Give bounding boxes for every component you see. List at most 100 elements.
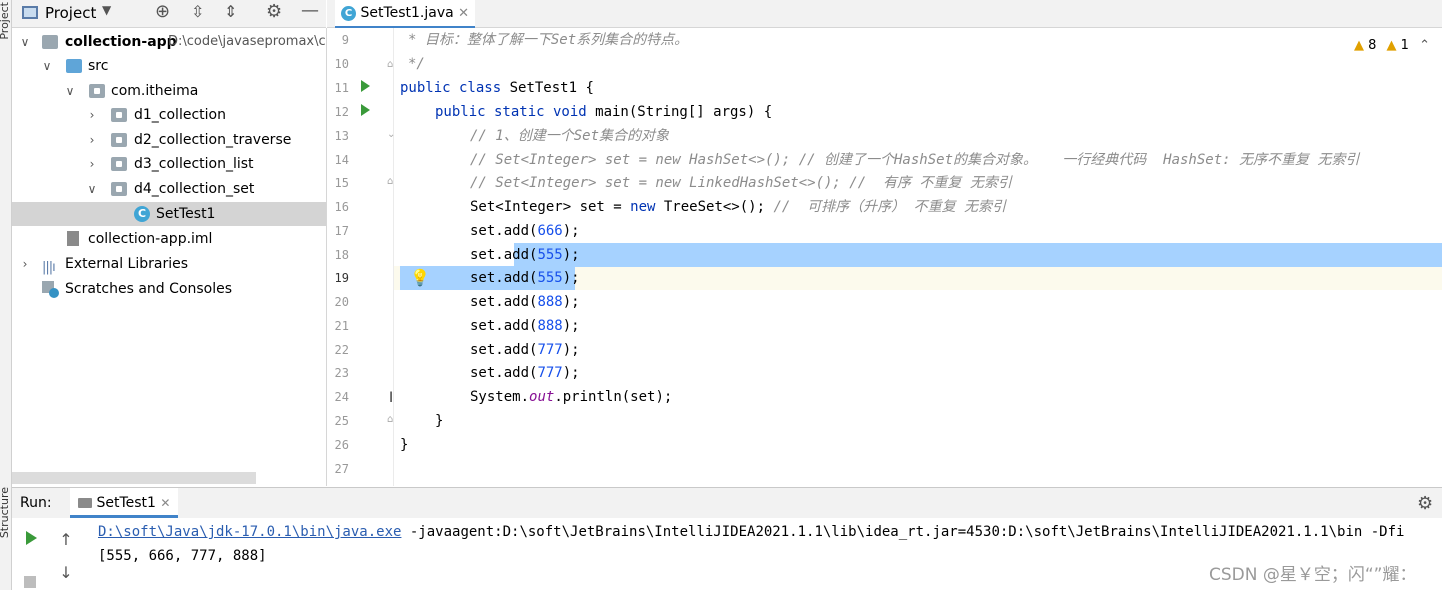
fold-icon[interactable]: ⌂ [387,414,393,425]
tree-item-settest1[interactable]: C SetTest1 [12,202,326,226]
chevron-up-icon[interactable]: ⌃ [1419,38,1430,53]
package-icon [89,84,105,98]
code-line-10: */ [408,56,425,72]
code-line-19: set.add(555); [470,270,580,286]
line-number: 25 [334,414,349,428]
line-number: 21 [334,319,349,333]
locate-icon[interactable]: ⊕ [155,1,170,22]
java-class-icon: C [134,206,150,222]
tree-item-d3-collection-list[interactable]: › d3_collection_list [12,152,326,176]
line-number: 15 [334,176,349,190]
iml-file-icon [67,231,79,246]
run-panel-label: Run: [20,495,52,511]
line-number: 10 [334,57,349,71]
package-icon [111,108,127,122]
tree-item-label: Scratches and Consoles [65,281,232,297]
run-console[interactable]: ↑ ↓ D:\soft\Java\jdk-17.0.1\bin\java.exe… [12,518,1442,590]
tree-item-label: d2_collection_traverse [134,132,292,148]
close-icon[interactable]: ✕ [160,496,170,510]
tree-item-d2-collection-traverse[interactable]: › d2_collection_traverse [12,128,326,152]
project-view-title[interactable]: Project [45,4,96,22]
chevron-down-icon[interactable]: ∨ [18,30,32,54]
chevron-right-icon[interactable]: › [85,128,99,152]
collapse-all-icon[interactable]: ⇕ [224,2,237,21]
java-class-icon: C [341,5,356,21]
arrow-up-icon[interactable]: ↑ [55,529,77,551]
chevron-down-icon[interactable]: ∨ [40,54,54,78]
weak-warning-icon: ▲ [1386,38,1397,53]
warning-count: 8 [1368,38,1377,53]
code-line-21: set.add(888); [470,318,580,334]
java-exe-link[interactable]: D:\soft\Java\jdk-17.0.1\bin\java.exe [98,524,401,540]
line-number: 22 [334,343,349,357]
code-line-17: set.add(666); [470,223,580,239]
line-number: 12 [334,105,349,119]
tree-item-d1-collection[interactable]: › d1_collection [12,103,326,127]
code-line-12: public static void main(String[] args) { [435,104,773,120]
text-cursor-icon: I [389,390,394,406]
line-number: 14 [334,153,349,167]
line-number: 23 [334,366,349,380]
tab-settest1-java[interactable]: C SetTest1.java ✕ [335,0,476,29]
code-line-23: set.add(777); [470,365,580,381]
chevron-right-icon[interactable]: › [18,252,32,276]
line-number: 11 [334,81,349,95]
project-tree: ∨ collection-app D:\code\javasepromax\c … [12,28,327,486]
selection-highlight [514,243,1442,267]
lightbulb-icon[interactable]: 💡 [410,268,430,287]
tree-item-src[interactable]: ∨ src [12,54,326,78]
chevron-down-icon[interactable]: ∨ [63,79,77,103]
rerun-icon[interactable] [26,531,37,545]
code-editor[interactable]: 💡 ▲ 8 ▲ 1 ⌃ * 目标：整体了解一下Set系列集合的特点。 */ pu… [394,28,1442,486]
line-number: 19 [334,271,349,285]
inspection-widget[interactable]: ▲ 8 ▲ 1 ⌃ [1354,38,1430,53]
structure-tool-window-tab[interactable]: Structure [0,487,11,538]
tree-item-collection-app[interactable]: ∨ collection-app D:\code\javasepromax\c [12,30,326,54]
run-panel-header: Run: SetTest1 ✕ ⚙ [12,487,1442,518]
code-line-9: * 目标：整体了解一下Set系列集合的特点。 [408,32,689,48]
chevron-down-icon[interactable]: ▼ [102,3,111,17]
package-icon [111,157,127,171]
tree-item-external-libraries[interactable]: › |||ı External Libraries [12,252,326,276]
line-number: 9 [341,33,349,47]
tree-item-label: com.itheima [111,83,199,99]
tree-item-collection-app-iml[interactable]: collection-app.iml [12,227,326,251]
editor-tab-bar: C SetTest1.java ✕ [327,0,1442,29]
code-line-26: } [400,437,409,453]
line-number: 17 [334,224,349,238]
horizontal-scrollbar[interactable] [12,472,256,484]
chevron-down-icon[interactable]: ∨ [85,177,99,201]
tree-item-scratches[interactable]: Scratches and Consoles [12,277,326,301]
code-line-13: // 1、创建一个Set集合的对象 [470,128,670,144]
arrow-down-icon[interactable]: ↓ [55,562,77,584]
line-number: 20 [334,295,349,309]
code-line-22: set.add(777); [470,342,580,358]
module-folder-icon [42,35,58,49]
code-line-14: // Set<Integer> set = new HashSet<>(); /… [470,152,1360,168]
gear-icon[interactable]: ⚙ [266,1,282,22]
left-tool-strip: Project Structure [0,0,12,590]
project-tool-window-tab[interactable]: Project [0,2,11,40]
close-icon[interactable]: ✕ [458,6,469,21]
gear-icon[interactable]: ⚙ [1417,493,1433,514]
chevron-right-icon[interactable]: › [85,152,99,176]
editor-gutter: 9 10 11 12 13 14 15 16 17 18 19 20 21 22… [327,28,395,486]
hide-panel-icon[interactable]: — [301,0,319,21]
expand-all-icon[interactable]: ⇳ [191,2,204,21]
line-number: 18 [334,248,349,262]
console-command-line: D:\soft\Java\jdk-17.0.1\bin\java.exe -ja… [98,524,1405,540]
run-method-icon[interactable] [361,104,370,116]
fold-icon[interactable]: ⌂ [387,176,393,187]
stop-icon[interactable] [24,576,36,588]
fold-icon[interactable]: ⌂ [387,59,393,70]
run-config-icon [78,498,92,508]
tree-item-d4-collection-set[interactable]: ∨ d4_collection_set [12,177,326,201]
run-class-icon[interactable] [361,80,370,92]
project-panel-header: Project ▼ ⊕ ⇳ ⇕ ⚙ — [12,0,326,28]
tree-item-com-itheima[interactable]: ∨ com.itheima [12,79,326,103]
chevron-right-icon[interactable]: › [85,103,99,127]
code-line-16: Set<Integer> set = new TreeSet<>(); // 可… [470,199,1007,215]
run-tab-settest1[interactable]: SetTest1 ✕ [70,488,179,518]
code-line-11: public class SetTest1 { [400,80,594,96]
warning-icon: ▲ [1353,38,1364,53]
